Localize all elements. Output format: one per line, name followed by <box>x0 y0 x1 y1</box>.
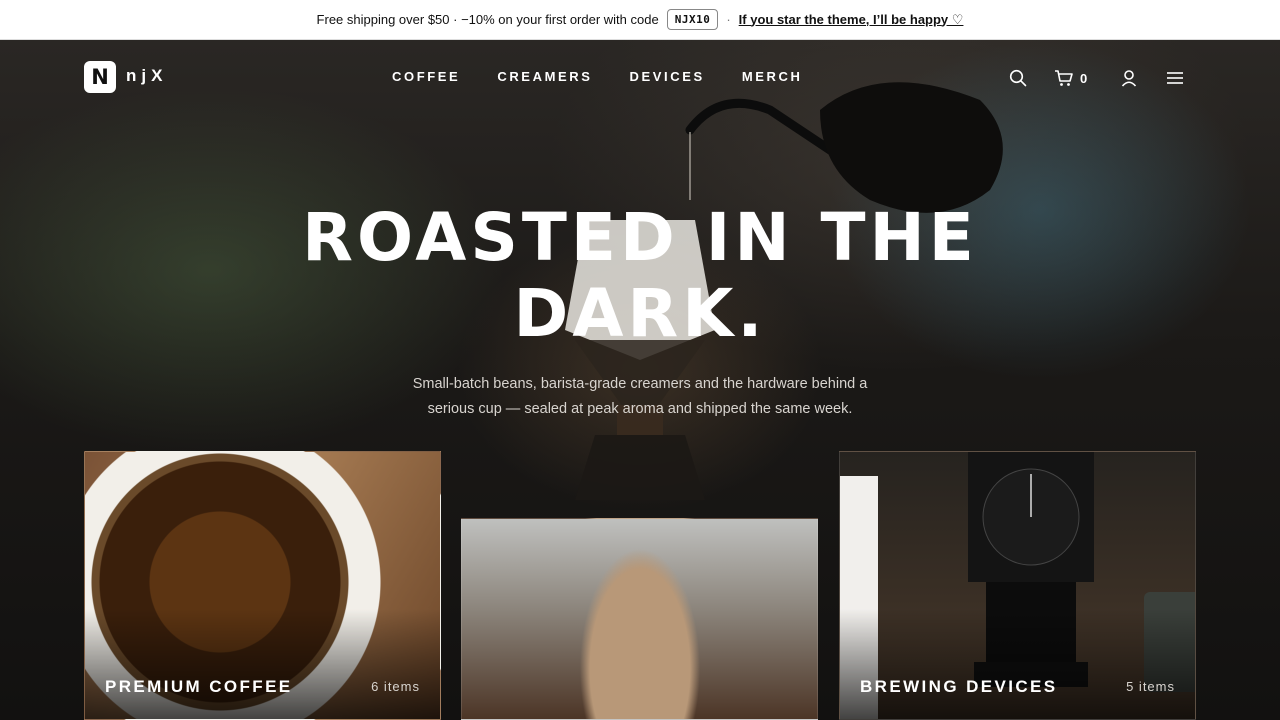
card-shade <box>85 609 440 719</box>
announcement-bar: Free shipping over $50 · −10% on your fi… <box>0 0 1280 40</box>
nav-devices[interactable]: DEVICES <box>630 69 705 84</box>
promo-code-badge[interactable]: NJX10 <box>666 9 719 30</box>
logo-text[interactable]: njX <box>126 66 167 86</box>
search-icon[interactable] <box>1006 66 1030 90</box>
nav-merch[interactable]: MERCH <box>742 69 803 84</box>
user-icon[interactable] <box>1117 66 1141 90</box>
hero-subtitle-line1: Small-batch beans, barista-grade creamer… <box>412 376 868 392</box>
hero-subtitle: Small-batch beans, barista-grade creamer… <box>400 372 880 422</box>
hero-subtitle-line2: serious cup — sealed at peak aroma and s… <box>427 401 853 417</box>
logo-mark[interactable]: N <box>84 61 116 93</box>
star-theme-link[interactable]: If you star the theme, I’ll be happy ♡ <box>739 12 964 28</box>
card-item-count: 6 items <box>371 679 420 694</box>
hero-title: ROASTED IN THE DARK. <box>240 200 1040 352</box>
card-item-count: 5 items <box>1126 679 1175 694</box>
category-card-creamers[interactable] <box>461 518 818 720</box>
cart-icon[interactable] <box>1052 66 1076 90</box>
card-shade <box>840 609 1195 719</box>
hero-title-line1: ROASTED IN THE <box>302 199 978 276</box>
nav-creamers[interactable]: CREAMERS <box>497 69 592 84</box>
category-card-brewing-devices[interactable]: BREWING DEVICES 5 items <box>839 451 1196 720</box>
category-card-premium-coffee[interactable]: PREMIUM COFFEE 6 items <box>84 451 441 720</box>
announcement-text: Free shipping over $50 · −10% on your fi… <box>316 12 659 27</box>
header-actions: 0 <box>1006 66 1187 90</box>
card-title: PREMIUM COFFEE <box>105 677 293 696</box>
cart-count[interactable]: 0 <box>1080 71 1087 86</box>
card-title: BREWING DEVICES <box>860 677 1058 696</box>
logo-mark-letter: N <box>91 65 109 89</box>
main-nav: COFFEE CREAMERS DEVICES MERCH <box>392 69 802 84</box>
announcement-separator: · <box>726 12 731 27</box>
nav-coffee[interactable]: COFFEE <box>392 69 460 84</box>
hero-title-line2: DARK. <box>513 275 767 352</box>
menu-icon[interactable] <box>1163 66 1187 90</box>
